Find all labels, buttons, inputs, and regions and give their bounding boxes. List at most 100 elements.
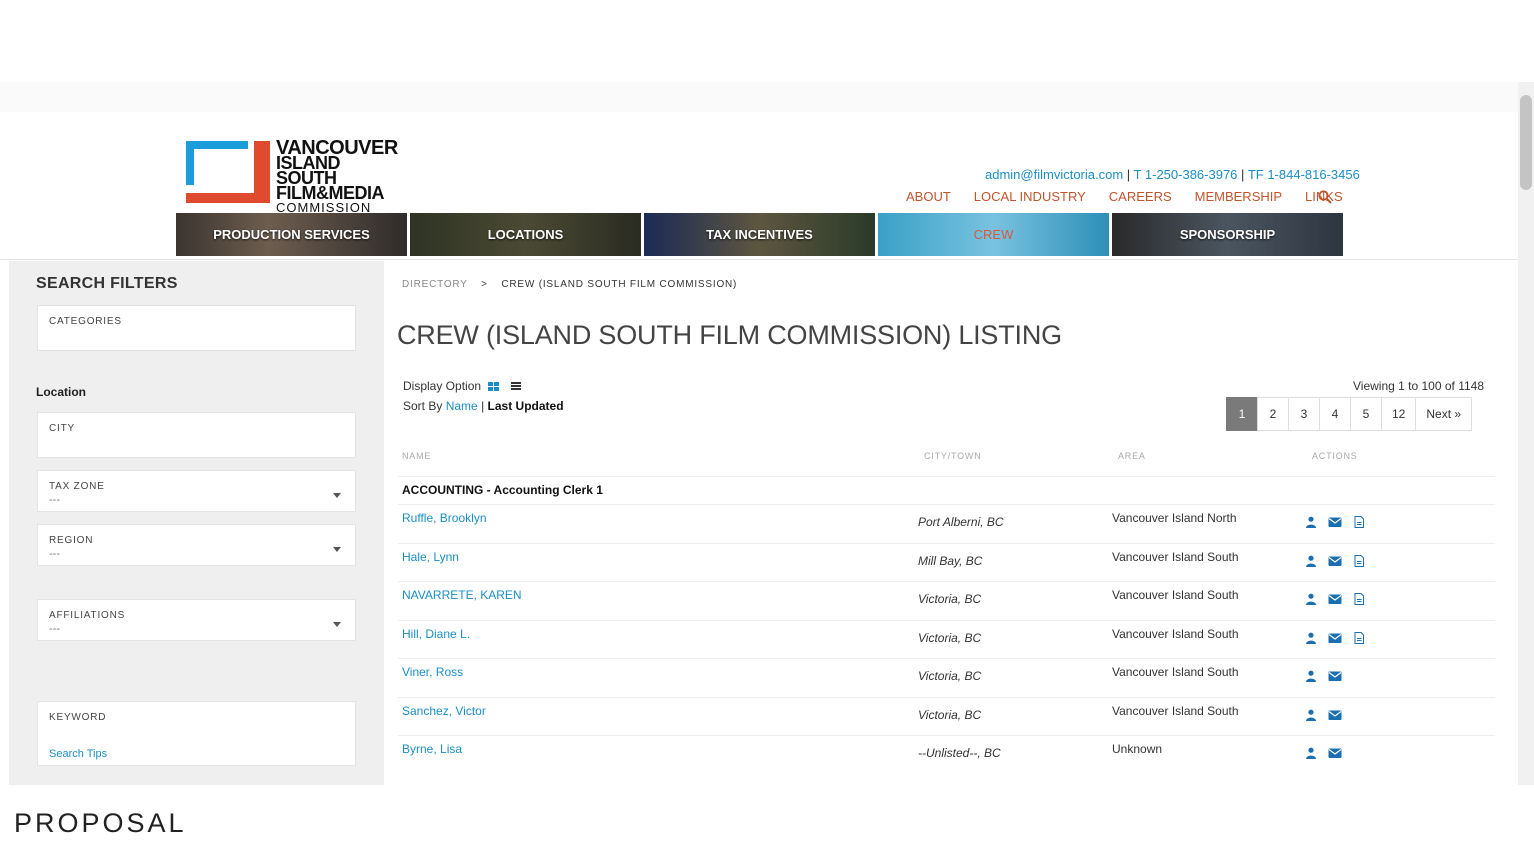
site-logo[interactable]: VANCOUVER ISLAND SOUTH FILM&MEDIA COMMIS… [186, 138, 398, 215]
nav-local-industry[interactable]: LOCAL INDUSTRY [974, 189, 1086, 204]
profile-icon[interactable] [1304, 632, 1318, 644]
breadcrumb-directory[interactable]: DIRECTORY [402, 279, 468, 290]
search-filters-sidebar: SEARCH FILTERS CATEGORIES Location CITY … [9, 261, 384, 785]
page-5[interactable]: 5 [1350, 397, 1382, 431]
crew-name-link[interactable]: Hale, Lynn [402, 550, 459, 564]
crew-name-link[interactable]: NAVARRETE, KAREN [402, 588, 522, 602]
row-actions [1304, 593, 1366, 605]
next-page-button[interactable]: Next » [1415, 397, 1473, 431]
nav-membership[interactable]: MEMBERSHIP [1195, 189, 1282, 204]
crew-city: --Unlisted--, BC [918, 746, 1001, 760]
region-label: REGION [49, 535, 94, 546]
crew-city: Mill Bay, BC [918, 553, 983, 568]
chevron-down-icon [333, 547, 341, 552]
page-title: CREW (ISLAND SOUTH FILM COMMISSION) LIST… [397, 320, 1062, 350]
crew-area: Vancouver Island South [1112, 588, 1239, 602]
email-icon[interactable] [1328, 632, 1342, 644]
group-heading: ACCOUNTING - Accounting Clerk 1 [402, 483, 603, 497]
top-nav: ABOUT LOCAL INDUSTRY CAREERS MEMBERSHIP … [906, 189, 1366, 204]
nav-about[interactable]: ABOUT [906, 189, 951, 204]
crew-name-link[interactable]: Byrne, Lisa [402, 742, 462, 756]
keyword-field[interactable]: KEYWORD Search Tips [37, 701, 356, 766]
pagination: 1 2 3 4 5 12 Next » [1226, 397, 1473, 431]
breadcrumb: DIRECTORY > CREW (ISLAND SOUTH FILM COMM… [402, 279, 737, 290]
affiliations-label: AFFILIATIONS [49, 610, 126, 621]
table-row: Hill, Diane L. Victoria, BC Vancouver Isla… [398, 619, 1495, 658]
grid-view-icon[interactable] [488, 381, 500, 391]
tax-zone-value: --- [49, 494, 60, 506]
crew-area: Vancouver Island North [1112, 511, 1237, 525]
tile-production-services[interactable]: PRODUCTION SERVICES [176, 213, 407, 256]
crew-name-link[interactable]: Viner, Ross [402, 665, 463, 679]
table-row: Hale, Lynn Mill Bay, BC Vancouver Island S… [398, 542, 1495, 581]
categories-field[interactable]: CATEGORIES [37, 305, 356, 351]
crew-name-link[interactable]: Sanchez, Victor [402, 704, 486, 718]
crew-area: Vancouver Island South [1112, 626, 1239, 641]
region-select[interactable]: REGION --- [37, 524, 356, 566]
profile-icon[interactable] [1304, 555, 1318, 567]
tile-locations[interactable]: LOCATIONS [410, 213, 641, 256]
crew-city: Victoria, BC [918, 630, 982, 645]
chevron-down-icon [333, 493, 341, 498]
page-3[interactable]: 3 [1288, 397, 1320, 431]
table-row: Viner, Ross Victoria, BC Vancouver Island … [398, 658, 1495, 696]
row-actions [1304, 516, 1366, 528]
resume-pdf-icon[interactable] [1352, 554, 1366, 567]
email-icon[interactable] [1328, 709, 1342, 721]
email-icon[interactable] [1328, 747, 1342, 759]
nav-careers[interactable]: CAREERS [1109, 189, 1172, 204]
search-icon[interactable] [1318, 190, 1332, 204]
contact-email[interactable]: admin@filmvictoria.com [985, 167, 1123, 182]
row-actions [1304, 631, 1366, 644]
affiliations-select[interactable]: AFFILIATIONS --- [37, 599, 356, 641]
sort-by-last-updated[interactable]: Last Updated [488, 399, 564, 413]
row-actions [1304, 554, 1366, 567]
crew-city: Victoria, BC [918, 669, 982, 683]
contact-phone[interactable]: T 1-250-386-3976 [1134, 167, 1238, 182]
resume-pdf-icon[interactable] [1352, 516, 1366, 528]
profile-icon[interactable] [1304, 516, 1318, 528]
breadcrumb-current: CREW (ISLAND SOUTH FILM COMMISSION) [501, 279, 738, 290]
city-label: CITY [49, 423, 75, 434]
tile-sponsorship[interactable]: SPONSORSHIP [1112, 213, 1343, 256]
crew-name-link[interactable]: Hill, Diane L. [402, 627, 470, 641]
chevron-down-icon [333, 622, 341, 627]
tax-zone-select[interactable]: TAX ZONE --- [37, 470, 356, 512]
profile-icon[interactable] [1304, 747, 1318, 759]
crew-area: Vancouver Island South [1112, 665, 1239, 679]
row-actions [1304, 709, 1342, 721]
list-view-icon[interactable] [511, 381, 522, 391]
resume-pdf-icon[interactable] [1352, 593, 1366, 605]
profile-icon[interactable] [1304, 670, 1318, 682]
email-icon[interactable] [1328, 516, 1342, 528]
page-2[interactable]: 2 [1257, 397, 1289, 431]
profile-icon[interactable] [1304, 709, 1318, 721]
profile-icon[interactable] [1304, 593, 1318, 605]
email-icon[interactable] [1328, 555, 1342, 567]
tax-zone-label: TAX ZONE [49, 481, 105, 492]
table-row: Ruffle, Brooklyn Port Alberni, BC Vancouve… [398, 504, 1495, 542]
email-icon[interactable] [1328, 670, 1342, 682]
sort-by-label: Sort By [403, 399, 443, 413]
city-field[interactable]: CITY [37, 412, 356, 458]
tile-crew[interactable]: CREW [878, 213, 1109, 256]
tile-tax-incentives[interactable]: TAX INCENTIVES [644, 213, 875, 256]
location-heading: Location [36, 385, 86, 399]
search-tips-link[interactable]: Search Tips [49, 748, 107, 760]
page-12[interactable]: 12 [1381, 397, 1417, 431]
email-icon[interactable] [1328, 593, 1342, 605]
region-value: --- [49, 548, 60, 560]
resume-pdf-icon[interactable] [1352, 631, 1366, 644]
sort-by-name[interactable]: Name [446, 399, 478, 413]
contact-tollfree[interactable]: TF 1-844-816-3456 [1248, 167, 1360, 182]
row-actions [1304, 670, 1342, 682]
col-header-actions: ACTIONS [1312, 451, 1358, 461]
page-1[interactable]: 1 [1226, 397, 1258, 431]
display-option: Display Option [403, 379, 522, 393]
crew-name-link[interactable]: Ruffle, Brooklyn [402, 511, 487, 525]
categories-label: CATEGORIES [49, 316, 122, 327]
page-4[interactable]: 4 [1319, 397, 1351, 431]
scrollbar-thumb[interactable] [1520, 95, 1532, 190]
group-divider [398, 476, 1495, 477]
keyword-label: KEYWORD [49, 712, 107, 723]
